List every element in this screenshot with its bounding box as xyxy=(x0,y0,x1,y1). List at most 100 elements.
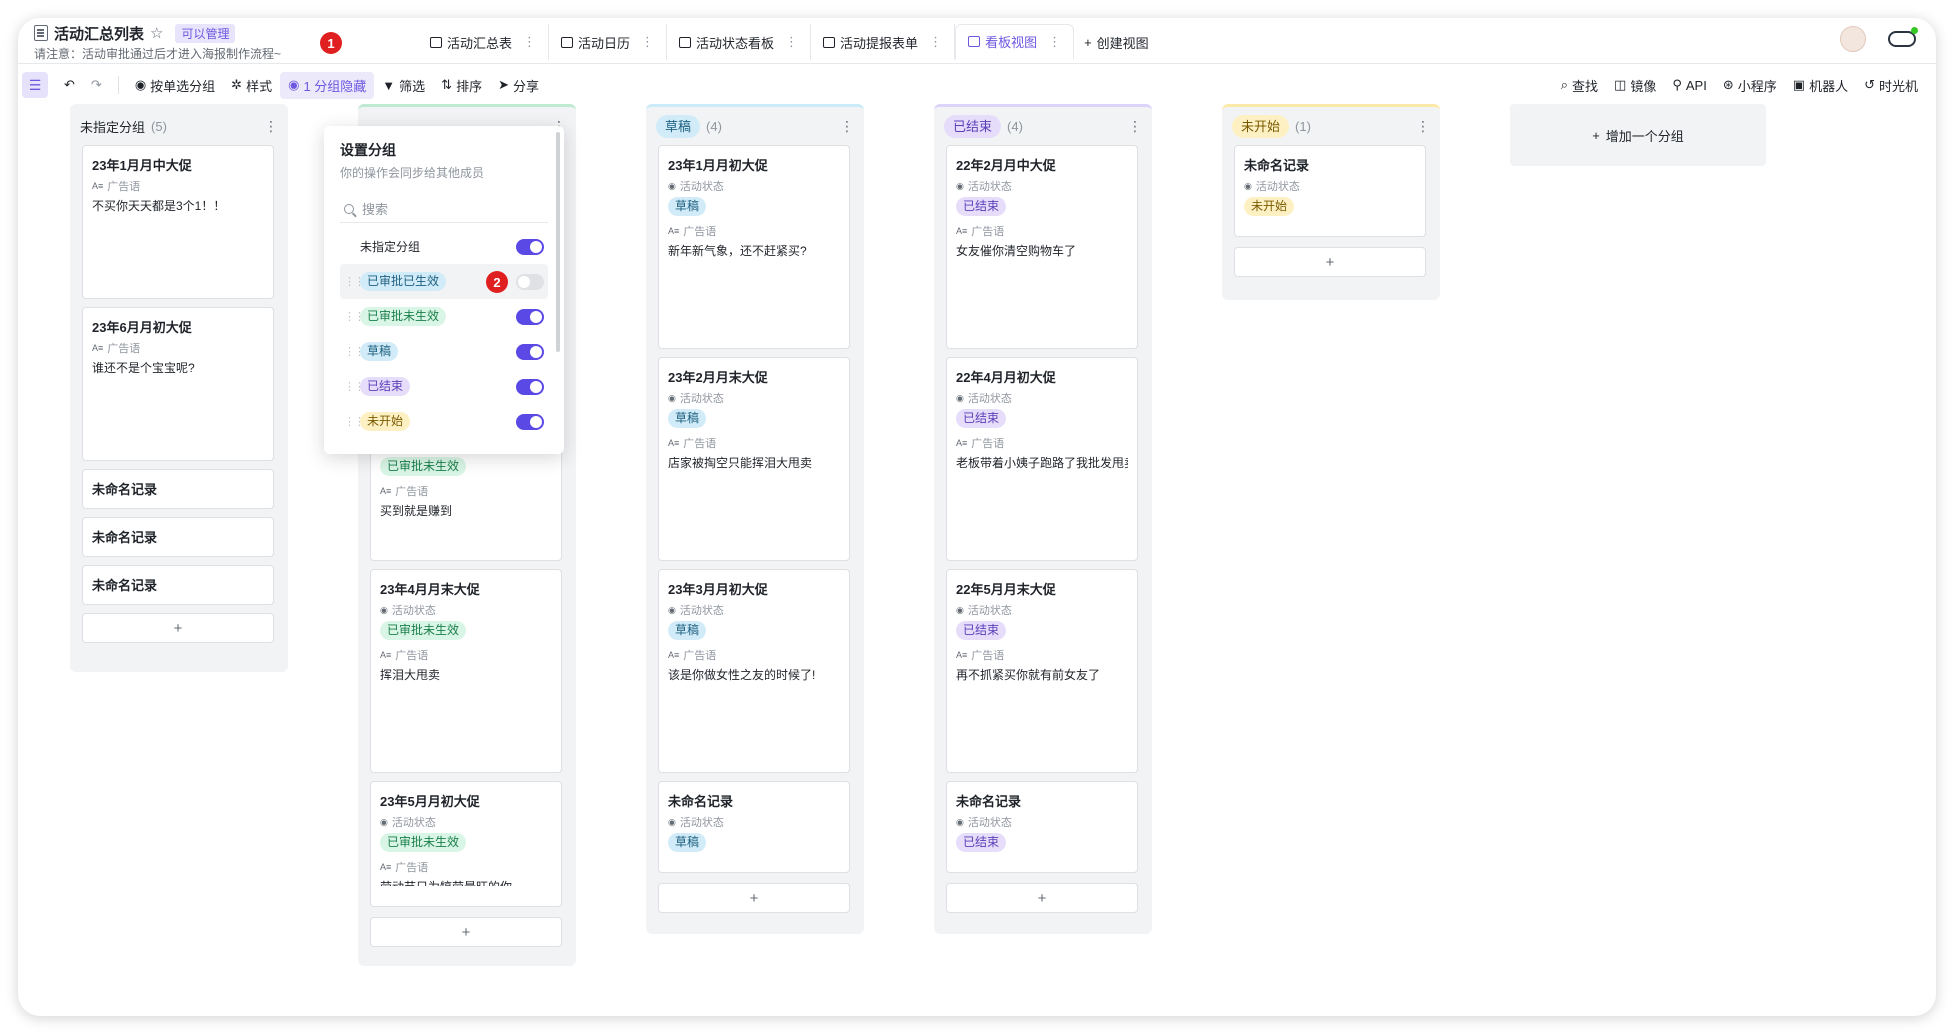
status-pill-wrap: 已结束 xyxy=(956,409,1128,428)
mirror-icon: ◫ xyxy=(1614,77,1627,92)
tab-label: 活动状态看板 xyxy=(696,35,775,51)
field-label-text: 活动状态 xyxy=(679,393,724,405)
drag-handle-icon[interactable]: ⋮⋮ xyxy=(344,275,365,288)
create-view-button[interactable]: + 创建视图 xyxy=(1074,24,1159,60)
text-field-icon: A≡ xyxy=(380,650,392,660)
field-value: 女友催你清空购物车了 xyxy=(956,244,1077,258)
style-button[interactable]: ✲ 样式 xyxy=(223,72,280,99)
tab-more-icon[interactable]: ⋮ xyxy=(523,34,536,50)
record-card[interactable]: 22年4月月初大促 ◉ 活动状态 已结束 A≡ 广告语 老板带着小姨子跑路了我批发甩… xyxy=(946,357,1138,561)
record-card[interactable]: 未命名记录 ◉ 活动状态 草稿 xyxy=(658,781,850,873)
field-label-text: 活动状态 xyxy=(967,817,1012,829)
card-title: 23年4月月末大促 xyxy=(380,582,480,597)
drag-handle-icon[interactable]: ⋮⋮ xyxy=(344,345,365,358)
drag-handle-icon[interactable]: ⋮⋮ xyxy=(344,310,365,323)
group-row-unassigned[interactable]: 未指定分组 xyxy=(340,229,548,264)
record-card[interactable]: 未命名记录 xyxy=(82,469,274,509)
field-value: 再不抓紧买你就有前女友了 xyxy=(956,668,1101,682)
add-card-button[interactable]: + xyxy=(658,883,850,913)
status-pill: 已审批未生效 xyxy=(380,457,467,476)
hidden-groups-button[interactable]: ◉ 1 分组隐藏 xyxy=(280,71,375,99)
visibility-toggle[interactable] xyxy=(516,413,544,430)
field-value: 买到就是赚到 xyxy=(380,504,453,518)
group-row-approved-effective[interactable]: ⋮⋮ 已审批已生效 2 xyxy=(340,264,548,299)
group-row-approved-not-effective[interactable]: ⋮⋮ 已审批未生效 xyxy=(340,299,548,334)
record-card[interactable]: 未命名记录 xyxy=(82,517,274,557)
find-button[interactable]: ⌕ 查找 xyxy=(1553,72,1606,99)
add-card-button[interactable]: + xyxy=(1234,247,1426,277)
mini-program-button[interactable]: ⊛ 小程序 xyxy=(1715,72,1785,99)
group-header[interactable]: 草稿 (4) ⋮ xyxy=(646,107,864,145)
add-card-button[interactable]: + xyxy=(946,883,1138,913)
sidebar-toggle-icon[interactable]: ☰ xyxy=(22,72,48,98)
tab-kanban-view[interactable]: 看板视图 ⋮ xyxy=(955,24,1075,60)
group-header[interactable]: 已结束 (4) ⋮ xyxy=(934,107,1152,145)
record-card[interactable]: 23年4月月末大促 ◉ 活动状态 已审批未生效 A≡ 广告语 挥泪大甩卖 xyxy=(370,569,562,773)
record-card[interactable]: 23年1月月中大促 A≡ 广告语 不买你天天都是3个1！！ xyxy=(82,145,274,299)
group-search-input[interactable]: 搜索 xyxy=(340,195,548,223)
api-button[interactable]: ⚲ API xyxy=(1664,73,1715,97)
record-card[interactable]: 22年2月月中大促 ◉ 活动状态 已结束 A≡ 广告语 女友催你清空购物车了 xyxy=(946,145,1138,349)
record-card[interactable]: 22年5月月末大促 ◉ 活动状态 已结束 A≡ 广告语 再不抓紧买你就有前女友了 xyxy=(946,569,1138,773)
tab-status-kanban[interactable]: 活动状态看板 ⋮ xyxy=(667,24,812,60)
record-card[interactable]: 23年3月月初大促 ◉ 活动状态 草稿 A≡ 广告语 该是你做女性之友的时候了! xyxy=(658,569,850,773)
visibility-toggle[interactable] xyxy=(516,273,544,290)
record-card[interactable]: 23年5月月初大促 ◉活动状态 已审批未生效 A≡广告语 劳动节只为犒劳最旺的你 xyxy=(370,781,562,907)
tab-more-icon[interactable]: ⋮ xyxy=(1048,34,1061,50)
redo-button[interactable]: ↷ xyxy=(83,73,110,97)
tab-more-icon[interactable]: ⋮ xyxy=(785,34,798,50)
popover-title: 设置分组 xyxy=(340,142,396,158)
permission-badge[interactable]: 可以管理 xyxy=(175,23,236,43)
group-header[interactable]: 未开始 (1) ⋮ xyxy=(1222,107,1440,145)
field-label-text: 广告语 xyxy=(107,343,141,355)
tab-submission-form[interactable]: 活动提报表单 ⋮ xyxy=(811,24,956,60)
group-row-not-started[interactable]: ⋮⋮ 未开始 xyxy=(340,404,548,439)
avatar[interactable] xyxy=(1840,26,1866,52)
field-label-text: 活动状态 xyxy=(1255,181,1300,193)
add-card-button[interactable]: + xyxy=(370,917,562,947)
undo-button[interactable]: ↶ xyxy=(56,73,83,97)
record-card[interactable]: 未命名记录 ◉ 活动状态 已结束 xyxy=(946,781,1138,873)
record-card[interactable]: 23年2月月末大促 ◉ 活动状态 草稿 A≡ 广告语 店家被掏空只能挥泪大甩卖 xyxy=(658,357,850,561)
tab-more-icon[interactable]: ⋮ xyxy=(929,34,942,50)
sort-button[interactable]: ⇅ 排序 xyxy=(433,72,490,99)
group-by-button[interactable]: ◉ 按单选分组 xyxy=(127,72,223,99)
visibility-toggle[interactable] xyxy=(516,238,544,255)
tab-activity-calendar[interactable]: 活动日历 ⋮ xyxy=(549,24,668,60)
popover-scrollbar[interactable] xyxy=(556,132,560,352)
page-title[interactable]: 活动汇总列表 xyxy=(54,23,144,44)
time-machine-button[interactable]: ↺ 时光机 xyxy=(1856,72,1926,99)
star-icon[interactable]: ☆ xyxy=(150,24,163,42)
more-icon[interactable]: ⋮ xyxy=(1128,118,1142,135)
status-field-icon: ◉ xyxy=(956,180,964,191)
more-icon[interactable]: ⋮ xyxy=(1416,118,1430,135)
group-row-label: 已结束 xyxy=(360,377,411,396)
cloud-sync-icon[interactable] xyxy=(1888,27,1918,47)
record-card[interactable]: 23年6月月初大促 A≡ 广告语 谁还不是个宝宝呢? xyxy=(82,307,274,461)
tab-activity-summary[interactable]: 活动汇总表 ⋮ xyxy=(418,24,550,60)
status-pill: 草稿 xyxy=(668,197,707,216)
record-card[interactable]: 未命名记录 xyxy=(82,565,274,605)
visibility-toggle[interactable] xyxy=(516,308,544,325)
tab-more-icon[interactable]: ⋮ xyxy=(641,34,654,50)
drag-handle-icon[interactable]: ⋮⋮ xyxy=(344,415,365,428)
add-group-button[interactable]: + 增加一个分组 xyxy=(1510,104,1766,166)
robot-button[interactable]: ▣ 机器人 xyxy=(1785,72,1856,99)
status-pill: 已结束 xyxy=(956,197,1007,216)
group-row-ended[interactable]: ⋮⋮ 已结束 xyxy=(340,369,548,404)
record-card[interactable]: 未命名记录 ◉ 活动状态 未开始 xyxy=(1234,145,1426,237)
record-card[interactable]: 23年1月月初大促 ◉ 活动状态 草稿 A≡ 广告语 新年新气象，还不赶紧买? xyxy=(658,145,850,349)
more-icon[interactable]: ⋮ xyxy=(840,118,854,135)
filter-button[interactable]: ▼ 筛选 xyxy=(374,72,433,99)
card-title: 23年1月月中大促 xyxy=(92,158,192,173)
group-header[interactable]: 未指定分组 (5) ⋮ xyxy=(70,107,288,145)
plus-icon: + xyxy=(1592,127,1600,143)
visibility-toggle[interactable] xyxy=(516,378,544,395)
mirror-button[interactable]: ◫ 镜像 xyxy=(1606,72,1664,99)
drag-handle-icon[interactable]: ⋮⋮ xyxy=(344,380,365,393)
group-row-draft[interactable]: ⋮⋮ 草稿 xyxy=(340,334,548,369)
share-button[interactable]: ➤ 分享 xyxy=(490,72,547,99)
more-icon[interactable]: ⋮ xyxy=(264,118,278,135)
add-card-button[interactable]: + xyxy=(82,613,274,643)
visibility-toggle[interactable] xyxy=(516,343,544,360)
